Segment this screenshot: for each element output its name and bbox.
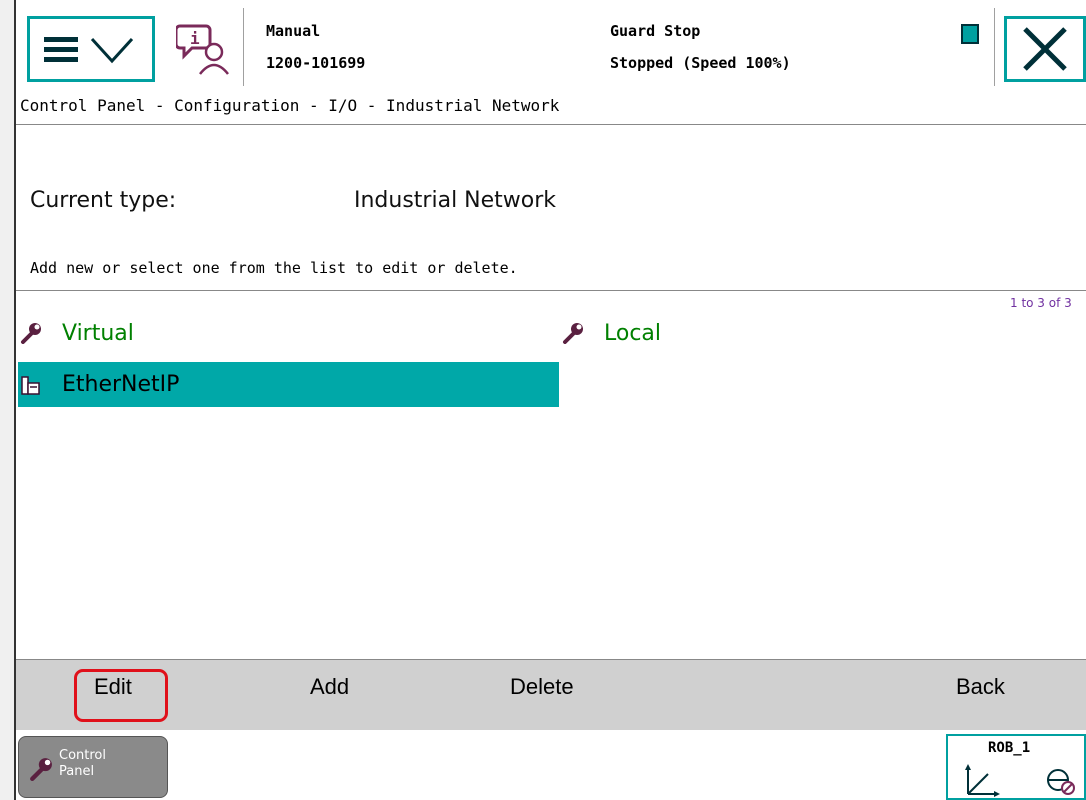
list-item-label: EtherNetIP [62,372,180,397]
program-status: Stopped (Speed 100%) [610,54,791,72]
breadcrumb: Control Panel - Configuration - I/O - In… [20,96,560,115]
system-id: 1200-101699 [266,54,366,72]
delete-button[interactable]: Delete [510,674,574,700]
close-icon [1023,27,1067,71]
taskbar: Control Panel ROB_1 [16,730,1086,800]
controller-state: Guard Stop [610,22,701,40]
incremental-jog-icon [1047,769,1075,795]
back-button[interactable]: Back [956,674,1005,700]
wrench-icon [21,323,41,344]
list-item-local[interactable]: Local [560,313,1060,353]
robot-name: ROB_1 [988,740,1031,756]
list-item-ethernetip[interactable]: EtherNetIP [18,362,559,407]
edit-highlight [74,669,168,722]
divider [16,124,1086,125]
operating-mode: Manual [266,22,321,40]
event-log-icon[interactable]: i [176,20,232,76]
chevron-down-icon [90,37,134,64]
divider [16,290,1086,291]
wrench-icon [563,323,583,344]
command-bar: Edit Add Delete Back [16,659,1086,731]
svg-text:i: i [190,29,200,48]
robot-status-button[interactable]: ROB_1 [946,734,1086,800]
current-type-label: Current type: [30,188,177,213]
control-panel-task-button[interactable]: Control Panel [18,736,168,798]
quickset-icon[interactable] [961,24,979,44]
control-panel-label: Control Panel [59,748,106,779]
wrench-icon [30,758,52,781]
close-button[interactable] [1004,16,1086,82]
main-menu-button[interactable] [27,16,155,82]
add-button[interactable]: Add [310,674,349,700]
hamburger-icon [44,37,78,67]
current-type-value: Industrial Network [354,188,557,213]
network-device-icon [21,375,40,395]
list-item-label: Virtual [62,320,134,346]
status-panel: Manual 1200-101699 Guard Stop Stopped (S… [243,8,995,86]
jog-coordinate-icon [965,764,1000,797]
list-item-virtual[interactable]: Virtual [18,313,518,353]
list-count: 1 to 3 of 3 [1010,296,1072,310]
instruction-text: Add new or select one from the list to e… [30,259,518,277]
status-bar: i Manual 1200-101699 Guard Stop Stopped … [16,8,1086,86]
list-item-label: Local [604,320,662,346]
